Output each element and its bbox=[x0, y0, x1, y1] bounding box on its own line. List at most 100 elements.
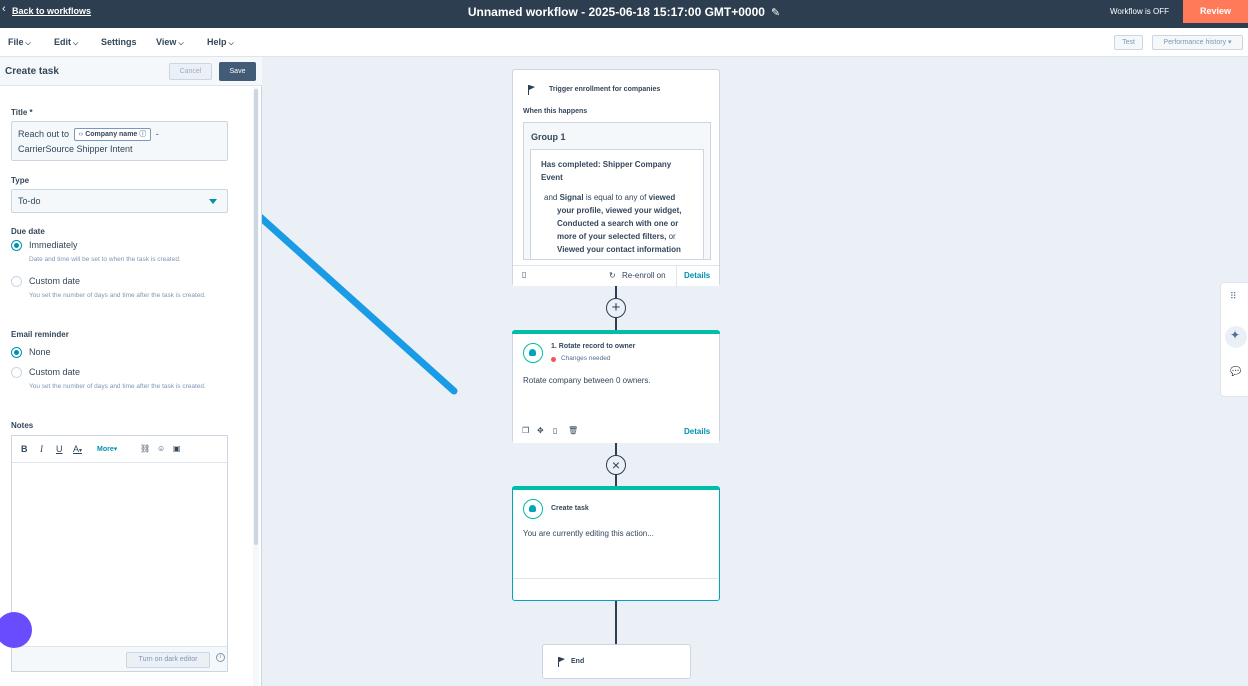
group-criteria: Has completed: Shipper Company Event and… bbox=[530, 149, 704, 259]
title-prefix: Reach out to bbox=[18, 129, 70, 139]
due-custom-help: You set the number of days and time afte… bbox=[29, 292, 206, 299]
clone-icon[interactable]: ▯ bbox=[553, 426, 557, 435]
menu-help[interactable]: Help ⌵ bbox=[207, 37, 234, 48]
create-task-panel: Create task Cancel Save Title * Reach ou… bbox=[0, 57, 262, 686]
flag-icon bbox=[558, 657, 566, 667]
info-icon: ⓘ bbox=[139, 131, 147, 139]
bold-button[interactable]: B bbox=[21, 444, 28, 454]
rotate-node[interactable]: 1. Rotate record to owner Changes needed… bbox=[512, 330, 720, 443]
node-divider bbox=[513, 578, 718, 579]
save-button[interactable]: Save bbox=[219, 62, 256, 81]
email-reminder-label: Email reminder bbox=[11, 330, 69, 339]
grid-icon[interactable]: ⠿ bbox=[1230, 291, 1237, 302]
due-custom-radio[interactable] bbox=[11, 276, 22, 287]
trigger-when: When this happens bbox=[523, 108, 588, 115]
menu-settings[interactable]: Settings bbox=[101, 37, 137, 47]
info-icon[interactable]: i bbox=[216, 653, 225, 662]
copy-icon[interactable]: ❐ bbox=[522, 426, 529, 435]
scroll-thumb[interactable] bbox=[254, 89, 258, 545]
reenroll-label[interactable]: Re-enroll on bbox=[622, 271, 666, 280]
panel-header: Create task Cancel Save bbox=[0, 57, 262, 86]
due-immediately-label[interactable]: Immediately bbox=[29, 240, 78, 250]
trigger-footer: ▯ ↻ Re-enroll on Details bbox=[513, 265, 719, 287]
company-name-token[interactable]: ‹› Company name ⓘ bbox=[73, 128, 152, 142]
end-node[interactable]: End bbox=[542, 644, 691, 679]
flag-icon bbox=[528, 85, 536, 95]
text-color-button[interactable]: A▾ bbox=[73, 444, 82, 454]
test-button[interactable]: Test bbox=[1114, 35, 1143, 50]
trash-icon[interactable]: 🗑 bbox=[568, 426, 578, 435]
chevron-down-icon: ⌵ bbox=[73, 40, 79, 47]
signal-word: Signal bbox=[559, 193, 584, 202]
node-accent-bar bbox=[512, 330, 720, 334]
create-task-node[interactable]: Create task You are currently editing th… bbox=[512, 486, 720, 601]
cancel-button[interactable]: Cancel bbox=[169, 63, 212, 80]
performance-history-button[interactable]: Performance history ▾ bbox=[1152, 35, 1243, 50]
group-title: Group 1 bbox=[531, 132, 566, 142]
notes-label: Notes bbox=[11, 421, 34, 430]
add-action-plus-icon[interactable]: + bbox=[606, 298, 626, 318]
emoji-icon[interactable]: ☺ bbox=[157, 444, 165, 453]
menu-bar: File ⌵ Edit ⌵ Settings View ⌵ Help ⌵ Test Pe… bbox=[0, 28, 1248, 57]
workflow-title[interactable]: Unnamed workflow - 2025-06-18 15:17:00 G… bbox=[0, 5, 1248, 19]
create-task-title: Create task bbox=[551, 505, 589, 512]
panel-scrollbar[interactable] bbox=[253, 87, 259, 686]
criteria-line1: Has completed: Shipper Company Event bbox=[541, 160, 672, 182]
workflow-canvas[interactable]: Trigger enrollment for companies When th… bbox=[262, 57, 1248, 686]
workflow-action-icon bbox=[523, 499, 543, 519]
rotate-status: Changes needed bbox=[561, 355, 611, 362]
footer-divider bbox=[676, 266, 677, 287]
reminder-none-label[interactable]: None bbox=[29, 347, 51, 357]
workflow-status: Workflow is OFF bbox=[1110, 7, 1169, 16]
menu-view-label: View bbox=[156, 37, 177, 47]
title-suffix: CarrierSource Shipper Intent bbox=[18, 144, 133, 154]
comment-icon[interactable]: 💬 bbox=[1230, 366, 1241, 377]
due-immediately-radio[interactable] bbox=[11, 240, 22, 251]
side-tool-rail: ⠿ ✦ 💬 bbox=[1220, 282, 1248, 397]
due-custom-label[interactable]: Custom date bbox=[29, 276, 80, 286]
menu-help-label: Help bbox=[207, 37, 227, 47]
title-input[interactable]: Reach out to ‹› Company name ⓘ - Carrier… bbox=[11, 121, 228, 161]
notes-footer: Turn on dark editor i bbox=[12, 646, 227, 671]
refresh-icon: ↻ bbox=[609, 271, 616, 280]
link-icon[interactable]: ⛓ bbox=[140, 444, 150, 453]
type-select[interactable]: To-do bbox=[11, 189, 228, 213]
rotate-details-link[interactable]: Details bbox=[684, 427, 710, 436]
top-bar: ‹ Back to workflows Unnamed workflow - 2… bbox=[0, 0, 1248, 28]
close-icon[interactable]: × bbox=[606, 455, 626, 475]
type-label: Type bbox=[11, 176, 30, 185]
node-accent-bar bbox=[512, 486, 719, 490]
notes-editor[interactable]: B I U A▾ More▾ ⛓ ☺ ▣ Turn on dark editor… bbox=[11, 435, 228, 672]
sparkle-icon: ✦ bbox=[1230, 328, 1241, 342]
image-icon[interactable]: ▣ bbox=[173, 444, 181, 453]
token-label: Company name bbox=[85, 131, 138, 139]
move-icon[interactable]: ✥ bbox=[537, 426, 544, 435]
performance-history-label: Performance history bbox=[1163, 39, 1227, 46]
trigger-details-link[interactable]: Details bbox=[684, 271, 710, 280]
ai-sparkle-button[interactable]: ✦ bbox=[1225, 326, 1247, 348]
underline-button[interactable]: U bbox=[56, 444, 63, 454]
menu-file[interactable]: File ⌵ bbox=[8, 37, 31, 48]
italic-button[interactable]: I bbox=[40, 444, 43, 454]
review-button[interactable]: Review bbox=[1183, 0, 1248, 23]
reminder-custom-label[interactable]: Custom date bbox=[29, 367, 80, 377]
pencil-icon[interactable]: ✎ bbox=[771, 6, 780, 19]
caret-down-icon: ▾ bbox=[1228, 39, 1232, 46]
menu-view[interactable]: View ⌵ bbox=[156, 37, 184, 48]
trigger-title: Trigger enrollment for companies bbox=[549, 86, 661, 93]
reminder-none-radio[interactable] bbox=[11, 347, 22, 358]
dark-editor-button[interactable]: Turn on dark editor bbox=[126, 652, 210, 668]
more-button[interactable]: More▾ bbox=[97, 445, 117, 453]
title-dash: - bbox=[155, 129, 159, 139]
reminder-custom-radio[interactable] bbox=[11, 367, 22, 378]
criteria-line2: and Signal is equal to any of viewed you… bbox=[541, 191, 693, 256]
chevron-down-icon: ⌵ bbox=[228, 40, 234, 47]
clipboard-icon[interactable]: ▯ bbox=[522, 270, 526, 279]
chevron-down-icon: ⌵ bbox=[25, 40, 31, 47]
menu-edit[interactable]: Edit ⌵ bbox=[54, 37, 78, 48]
notes-toolbar: B I U A▾ More▾ ⛓ ☺ ▣ bbox=[12, 436, 227, 463]
reminder-custom-help: You set the number of days and time afte… bbox=[29, 383, 206, 390]
trigger-node[interactable]: Trigger enrollment for companies When th… bbox=[512, 69, 720, 287]
rotate-text: Rotate company between 0 owners. bbox=[523, 376, 651, 385]
token-icon: ‹› bbox=[78, 131, 84, 139]
